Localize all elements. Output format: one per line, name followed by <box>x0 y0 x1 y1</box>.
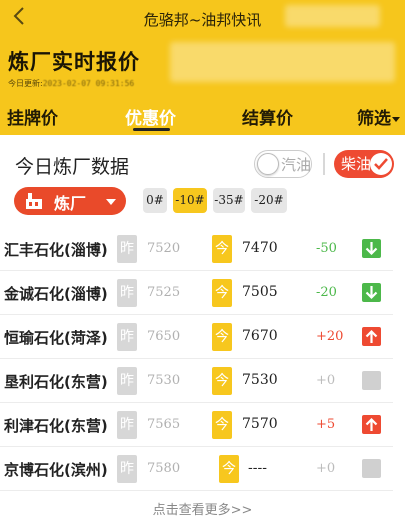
arrow-down-icon <box>362 283 381 302</box>
arrow-up-icon <box>362 327 381 346</box>
today-badge: 今 <box>212 323 232 351</box>
row-divider <box>0 490 393 491</box>
today-badge: 今 <box>212 279 232 307</box>
table-row[interactable]: 利津石化(东营) 昨 7565 今 7570 +5 <box>0 403 405 447</box>
caret-down-icon <box>106 199 116 205</box>
app-title: 危骆邦~油邦快讯 <box>143 11 262 29</box>
header-banner: 危骆邦~油邦快讯 炼厂实时报价 今日更新:2023-02-07 09:31:56… <box>0 0 405 135</box>
yesterday-badge: 昨 <box>117 411 137 439</box>
today-price: ---- <box>248 460 267 476</box>
grade-chip-minus20[interactable]: -20# <box>251 188 287 213</box>
table-row[interactable]: 汇丰石化(淄博) 昨 7520 今 7470 -50 <box>0 227 405 271</box>
today-badge: 今 <box>212 235 232 263</box>
filter-label: 筛选 <box>357 109 391 129</box>
refinery-name: 利津石化(东营) <box>4 417 108 435</box>
tab-settlement-price[interactable]: 结算价 <box>242 104 293 129</box>
active-tab-indicator <box>133 128 170 131</box>
update-info: 今日更新:2023-02-07 09:31:56 <box>8 78 134 89</box>
page-title: 炼厂实时报价 <box>8 50 140 74</box>
caret-down-icon <box>392 116 400 122</box>
today-price: 7470 <box>242 240 278 256</box>
table-row[interactable]: 金诚石化(淄博) 昨 7525 今 7505 -20 <box>0 271 405 315</box>
refinery-label: 炼厂 <box>54 194 87 213</box>
refinery-name: 京博石化(滨州) <box>4 461 108 479</box>
table-row[interactable]: 恒瑜石化(菏泽) 昨 7650 今 7670 +20 <box>0 315 405 359</box>
no-change-icon <box>362 459 381 478</box>
yesterday-price: 7530 <box>147 373 181 388</box>
check-icon <box>370 153 392 175</box>
today-price: 7505 <box>242 284 278 300</box>
grade-chip-minus35[interactable]: -35# <box>213 188 245 213</box>
tab-discount-price[interactable]: 优惠价 <box>125 104 176 129</box>
price-change: -50 <box>316 241 337 256</box>
update-label: 今日更新: <box>8 79 43 88</box>
table-row[interactable]: 垦利石化(东营) 昨 7530 今 7530 +0 <box>0 359 405 403</box>
price-change: +0 <box>316 373 336 388</box>
yesterday-price: 7520 <box>147 241 181 256</box>
today-price: 7670 <box>242 328 278 344</box>
arrow-down-icon <box>362 239 381 258</box>
yesterday-badge: 昨 <box>117 455 137 483</box>
tab-listed-price[interactable]: 挂牌价 <box>7 104 58 129</box>
gasoline-toggle[interactable]: 汽油 <box>254 150 312 178</box>
today-badge: 今 <box>219 455 239 483</box>
price-change: +20 <box>316 329 344 344</box>
price-change: +0 <box>316 461 336 476</box>
section-title: 今日炼厂数据 <box>15 156 130 178</box>
diesel-label: 柴油 <box>341 155 372 173</box>
divider <box>323 153 325 175</box>
today-price: 7570 <box>242 416 278 432</box>
yesterday-price: 7650 <box>147 329 181 344</box>
price-change: +5 <box>316 417 336 432</box>
today-badge: 今 <box>212 411 232 439</box>
toggle-knob <box>257 153 279 175</box>
yesterday-price: 7580 <box>147 461 181 476</box>
today-badge: 今 <box>212 367 232 395</box>
gasoline-label: 汽油 <box>281 156 312 174</box>
arrow-up-icon <box>362 415 381 434</box>
grade-chip-minus10[interactable]: -10# <box>173 188 207 213</box>
grade-chip-0[interactable]: 0# <box>143 188 167 213</box>
today-price: 7530 <box>242 372 278 388</box>
refinery-name: 金诚石化(淄博) <box>4 285 108 303</box>
view-more-link[interactable]: 点击查看更多>> <box>0 499 405 518</box>
yesterday-badge: 昨 <box>117 279 137 307</box>
price-change: -20 <box>316 285 337 300</box>
refinery-dropdown-button[interactable]: 炼厂 <box>14 187 126 215</box>
refinery-name: 汇丰石化(淄博) <box>4 241 108 259</box>
yesterday-price: 7565 <box>147 417 181 432</box>
yesterday-badge: 昨 <box>117 323 137 351</box>
tab-filter[interactable]: 筛选 <box>357 104 400 129</box>
factory-icon <box>26 193 42 209</box>
blurred-decoration <box>170 42 395 82</box>
yesterday-price: 7525 <box>147 285 181 300</box>
table-row[interactable]: 京博石化(滨州) 昨 7580 今 ---- +0 <box>0 447 405 491</box>
update-time: 2023-02-07 09:31:56 <box>42 79 135 88</box>
diesel-toggle[interactable]: 柴油 <box>334 150 394 178</box>
refinery-name: 恒瑜石化(菏泽) <box>4 329 108 347</box>
refinery-name: 垦利石化(东营) <box>4 373 108 391</box>
yesterday-badge: 昨 <box>117 235 137 263</box>
yesterday-badge: 昨 <box>117 367 137 395</box>
no-change-icon <box>362 371 381 390</box>
tab-bar: 挂牌价 优惠价 结算价 筛选 <box>0 100 405 132</box>
